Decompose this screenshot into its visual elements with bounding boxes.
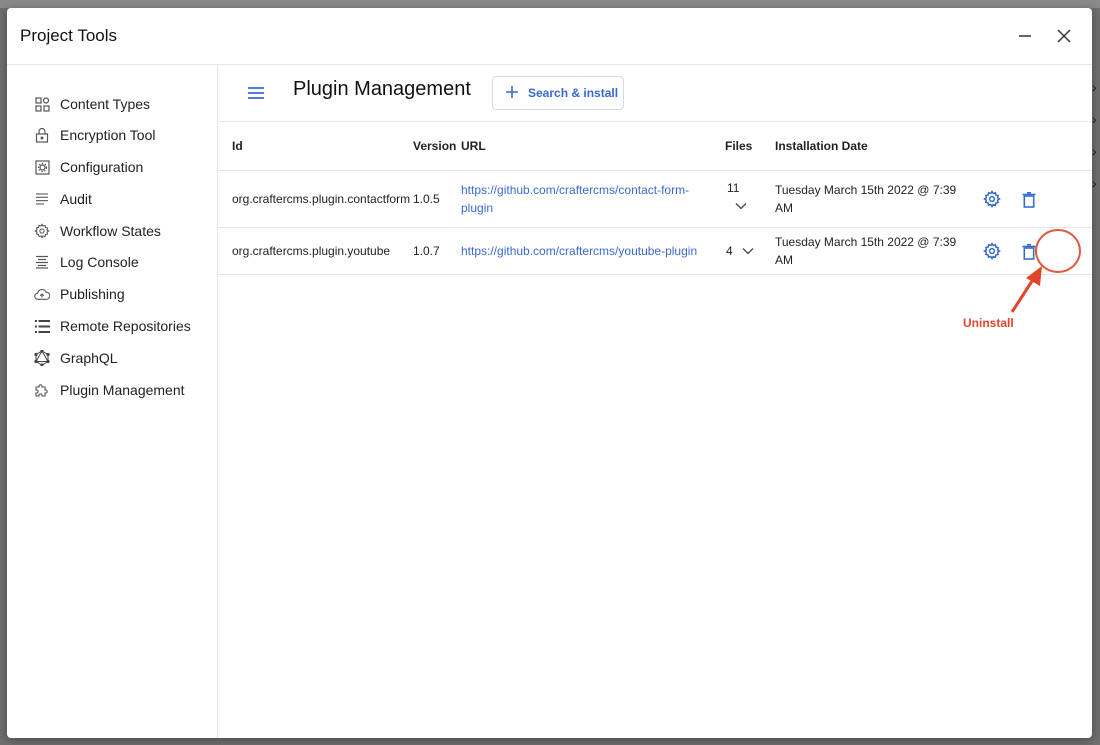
plugin-version: 1.0.5 [413, 170, 461, 228]
column-header-version: Version [413, 122, 461, 171]
sidebar-item-label: GraphQL [60, 350, 118, 366]
gear-icon [983, 241, 1001, 260]
uninstall-button[interactable] [1017, 188, 1041, 212]
gear-icon [34, 223, 50, 239]
background-chevron-icon: › [1092, 143, 1097, 159]
sidebar-item-label: Log Console [60, 254, 139, 270]
plugin-id: org.craftercms.plugin.youtube [218, 227, 413, 275]
main-header: Plugin Management Search & install [218, 65, 1092, 122]
annotation-arrow-icon [1010, 266, 1042, 313]
plugin-id: org.craftercms.plugin.contactform [218, 170, 413, 228]
chevron-down-icon [742, 248, 754, 255]
search-install-button[interactable]: Search & install [492, 76, 624, 110]
plugin-management-panel: Plugin Management Search & install Id Ve… [218, 65, 1092, 738]
hamburger-icon [248, 87, 264, 99]
audit-lines-icon [34, 191, 50, 207]
plugins-table: Id Version URL Files Installation Date o… [218, 122, 1092, 275]
chevron-down-icon [735, 203, 747, 210]
installation-date: Tuesday March 15th 2022 @ 7:39 AM [775, 235, 957, 267]
annotation-label: Uninstall [963, 316, 1014, 330]
sidebar-item-workflow-states[interactable]: Workflow States [7, 216, 217, 246]
sidebar-item-graphql[interactable]: GraphQL [7, 343, 217, 373]
background-window [0, 0, 1100, 8]
column-header-actions [975, 122, 1092, 171]
sidebar-item-label: Publishing [60, 286, 125, 302]
log-console-icon [34, 254, 50, 270]
plugin-url-link[interactable]: https://github.com/craftercms/contact-fo… [461, 181, 715, 217]
sidebar-item-publishing[interactable]: Publishing [7, 279, 217, 309]
column-header-url: URL [461, 122, 725, 171]
background-chevron-icon: › [1092, 79, 1097, 95]
background-chevron-icon: › [1092, 175, 1097, 191]
installation-date: Tuesday March 15th 2022 @ 7:39 AM [775, 183, 957, 215]
gear-icon [983, 189, 1001, 208]
minimize-icon [1019, 35, 1031, 37]
search-install-label: Search & install [528, 86, 619, 100]
files-count: 11 [727, 181, 740, 195]
sidebar-item-audit[interactable]: Audit [7, 184, 217, 214]
sidebar-item-label: Workflow States [60, 223, 161, 239]
minimize-button[interactable] [1012, 23, 1038, 49]
table-row: org.craftercms.plugin.youtube 1.0.7 http… [218, 227, 1092, 275]
expand-files-button[interactable] [735, 199, 751, 213]
close-icon [1057, 29, 1071, 43]
configuration-icon [34, 159, 50, 175]
project-tools-dialog: Project Tools Content Types Encryption T… [7, 8, 1092, 738]
puzzle-icon [34, 382, 50, 398]
expand-files-button[interactable] [742, 244, 754, 258]
plugin-url-link[interactable]: https://github.com/craftercms/youtube-pl… [461, 242, 721, 260]
background-chevron-icon: › [1092, 111, 1097, 127]
files-cell: 11 [725, 170, 775, 228]
sidebar: Content Types Encryption Tool Configurat… [7, 65, 218, 738]
table-row: org.craftercms.plugin.contactform 1.0.5 … [218, 170, 1092, 228]
sidebar-item-label: Plugin Management [60, 382, 185, 398]
sidebar-item-label: Content Types [60, 96, 151, 112]
sidebar-item-remote-repositories[interactable]: Remote Repositories [7, 311, 217, 341]
sidebar-item-log-console[interactable]: Log Console [7, 247, 217, 277]
table-header-row: Id Version URL Files Installation Date [218, 122, 1092, 171]
files-count: 4 [726, 244, 733, 258]
plugin-version: 1.0.7 [413, 227, 461, 275]
lock-icon [34, 127, 50, 143]
plugin-config-button[interactable] [980, 239, 1004, 263]
sidebar-item-label: Encryption Tool [60, 127, 156, 143]
column-header-installation-date: Installation Date [775, 122, 975, 171]
sidebar-item-configuration[interactable]: Configuration [7, 152, 217, 182]
sidebar-item-label: Configuration [60, 159, 144, 175]
plus-icon [506, 86, 518, 98]
dialog-title: Project Tools [20, 26, 118, 45]
list-icon [34, 318, 50, 334]
column-header-files: Files [725, 122, 775, 171]
dialog-header: Project Tools [7, 8, 1092, 65]
plugin-config-button[interactable] [980, 187, 1004, 211]
menu-button[interactable] [244, 81, 268, 105]
files-cell: 4 [725, 227, 775, 275]
cloud-upload-icon [34, 286, 50, 302]
column-header-id: Id [218, 122, 413, 171]
content-types-icon [34, 96, 50, 112]
page-title: Plugin Management [293, 78, 471, 100]
sidebar-item-encryption-tool[interactable]: Encryption Tool [7, 120, 217, 150]
sidebar-item-content-types[interactable]: Content Types [7, 89, 217, 119]
sidebar-item-label: Audit [60, 191, 92, 207]
sidebar-item-label: Remote Repositories [60, 318, 191, 334]
close-button[interactable] [1051, 23, 1077, 49]
sidebar-item-plugin-management[interactable]: Plugin Management [7, 375, 217, 405]
graphql-icon [34, 350, 50, 366]
trash-icon [1022, 191, 1036, 208]
